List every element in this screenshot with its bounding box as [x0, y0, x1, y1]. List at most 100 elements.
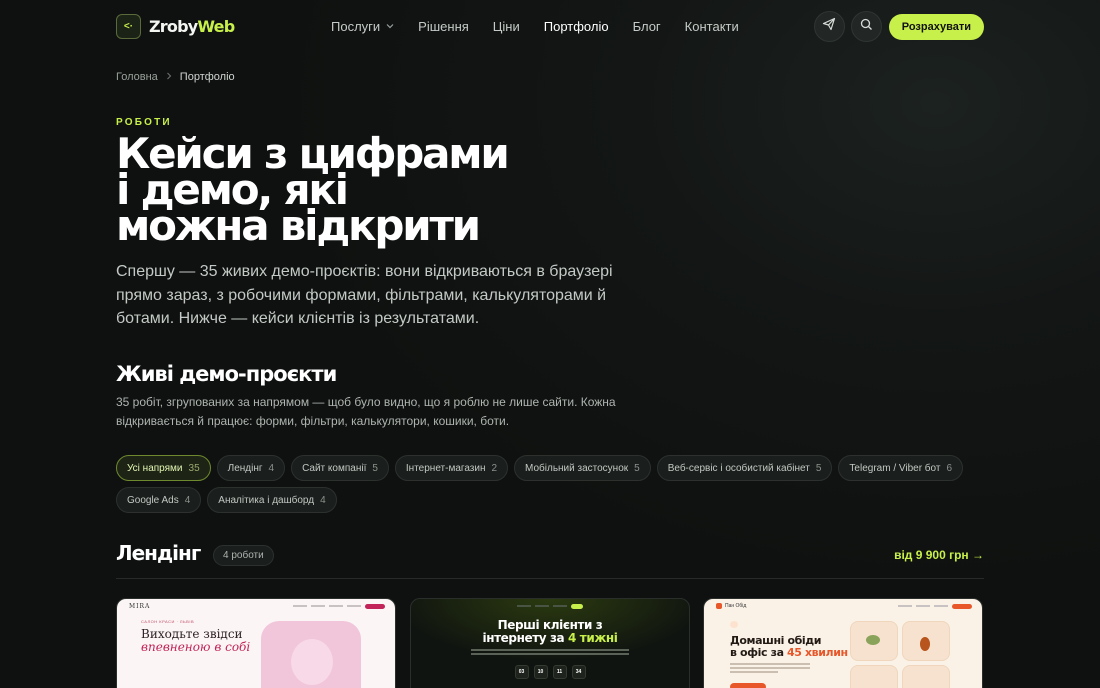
filter-chip-bot[interactable]: Telegram / Viber бот 6 — [838, 455, 964, 481]
chip-count: 2 — [491, 462, 498, 474]
food-tile — [850, 665, 898, 688]
preview-heading-accent: 45 хвилин — [787, 646, 848, 659]
logo-square-icon — [716, 603, 722, 609]
chip-count: 4 — [184, 494, 191, 506]
countdown-cell: 03 — [514, 665, 529, 679]
preview-heading-text: в офіс за — [730, 646, 788, 659]
page-title: Кейси з цифрами і демо, які можна відкри… — [116, 133, 676, 250]
chip-label: Усі напрями — [127, 462, 183, 474]
nav-label: Послуги — [331, 18, 381, 34]
project-card-mira[interactable]: MIRA САЛОН КРАСИ · ЛЬВІВ Виходьте звідси… — [116, 598, 396, 688]
chevron-down-icon — [386, 22, 394, 31]
countdown-cell: 10 — [533, 665, 548, 679]
header-actions: Розрахувати — [813, 11, 984, 42]
chip-label: Мобільний застосунок — [525, 462, 629, 474]
breadcrumb-home[interactable]: Головна — [116, 71, 158, 83]
preview-text: САЛОН КРАСИ · ЛЬВІВ Виходьте звідси впев… — [141, 619, 271, 654]
preview-kicker: САЛОН КРАСИ · ЛЬВІВ — [141, 619, 195, 624]
preview-nav — [511, 603, 589, 609]
filter-chip-company-site[interactable]: Сайт компанії 5 — [291, 455, 389, 481]
preview-nav: MIRA — [129, 602, 385, 610]
preview-logo-text: Пан Обід — [725, 603, 747, 609]
logo-main: Zroby — [149, 16, 198, 36]
chip-count: 6 — [946, 462, 953, 474]
preview-links — [293, 603, 385, 609]
filter-chip-web-service[interactable]: Веб-сервіс і особистий кабінет 5 — [656, 455, 833, 481]
preview-heading-text: інтернету за — [482, 631, 569, 645]
preview-heading: Перші клієнти з інтернету за 4 тижні — [411, 619, 689, 645]
countdown-cell: 11 — [552, 665, 567, 679]
nav-item-prices[interactable]: Ціни — [493, 19, 520, 34]
filter-chip-landing[interactable]: Лендінг 4 — [216, 455, 286, 481]
nav-item-contacts[interactable]: Контакти — [685, 19, 739, 34]
chip-label: Веб-сервіс і особистий кабінет — [667, 462, 810, 474]
nav-item-portfolio[interactable]: Портфоліо — [544, 19, 609, 34]
filter-chip-google-ads[interactable]: Google Ads 4 — [116, 487, 202, 513]
chip-label: Аналітика і дашборд — [218, 494, 315, 506]
project-card-first-clients[interactable]: Перші клієнти з інтернету за 4 тижні 03 … — [410, 598, 690, 688]
nav-item-services[interactable]: Послуги — [331, 19, 394, 34]
food-bowl-icon — [866, 635, 880, 645]
preview-heading-line: інтернету за 4 тижні — [411, 632, 689, 645]
preview-avatar — [291, 639, 333, 685]
logo[interactable]: <· ZrobyWeb — [116, 13, 235, 39]
preview-heading-line: в офіс за 45 хвилин — [730, 647, 850, 659]
preview-countdown: 03 10 11 34 — [411, 665, 689, 679]
chip-count: 5 — [372, 462, 378, 474]
breadcrumb-current: Портфоліо — [179, 71, 235, 83]
paper-plane-icon — [822, 17, 836, 36]
filter-chip-ecommerce[interactable]: Інтернет-магазин 2 — [394, 455, 509, 481]
page-title-line: можна відкрити — [116, 201, 481, 250]
chip-label: Telegram / Viber бот — [849, 462, 941, 474]
preview-links — [898, 603, 972, 609]
food-leg-icon — [920, 637, 930, 651]
nav-item-blog[interactable]: Блог — [633, 19, 661, 34]
breadcrumb: Головна Портфоліо — [116, 71, 235, 83]
chip-count: 4 — [320, 494, 326, 506]
chip-count: 5 — [815, 462, 822, 474]
chip-label: Google Ads — [127, 494, 179, 506]
countdown-cell: 34 — [571, 665, 586, 679]
preview-button — [730, 683, 766, 688]
chip-label: Сайт компанії — [302, 462, 367, 474]
food-tile — [902, 665, 950, 688]
calculate-button[interactable]: Розрахувати — [888, 13, 984, 40]
preview-nav — [854, 603, 972, 609]
telegram-button[interactable] — [813, 11, 845, 42]
nav-item-solutions[interactable]: Рішення — [418, 19, 469, 34]
chip-label: Лендінг — [227, 462, 263, 474]
logo-text: ZrobyWeb — [149, 16, 235, 36]
search-button[interactable] — [850, 11, 882, 42]
preview-links — [517, 603, 583, 609]
group-title: Лендінг — [116, 541, 201, 565]
filter-chip-analytics[interactable]: Аналітика і дашборд 4 — [207, 487, 337, 513]
search-icon — [860, 18, 873, 36]
preview-subtext — [471, 649, 629, 657]
hero-description: Спершу — 35 живих демо-проєктів: вони ві… — [116, 263, 613, 327]
preview-heading-accent: 4 тижні — [568, 631, 618, 645]
filter-chips: Усі напрями 35 Лендінг 4 Сайт компанії 5 Ін… — [116, 455, 996, 513]
preview-heading-accent: впевненою в собі — [141, 640, 251, 654]
preview-logo: Пан Обід — [716, 603, 746, 609]
hero-eyebrow: РОБОТИ — [116, 117, 172, 128]
preview-kicker — [730, 621, 738, 628]
project-card-pan-obid[interactable]: Пан Обід Домашні обіди в офіс за 45 хвил… — [703, 598, 983, 688]
section-title: Живі демо-проєкти — [116, 362, 337, 386]
chip-label: Інтернет-магазин — [405, 462, 486, 474]
preview-logo: MIRA — [129, 602, 151, 610]
chip-count: 5 — [634, 462, 640, 474]
chevron-right-icon — [166, 72, 172, 82]
filter-chip-mobile-app[interactable]: Мобільний застосунок 5 — [514, 455, 651, 481]
section-description: 35 робіт, згрупованих за напрямом — щоб … — [116, 395, 616, 428]
divider — [116, 578, 984, 579]
group-count-badge: 4 роботи — [213, 545, 274, 566]
preview-subtext — [730, 663, 810, 675]
chip-count: 35 — [188, 462, 200, 474]
logo-mark-icon: <· — [116, 13, 141, 39]
filter-chip-all[interactable]: Усі напрями 35 — [116, 455, 211, 481]
logo-accent: Web — [197, 16, 235, 36]
chip-count: 4 — [268, 462, 275, 474]
preview-heading: Домашні обіди в офіс за 45 хвилин — [730, 635, 850, 659]
site-header: <· ZrobyWeb Послуги Рішення Ціни Портфол… — [116, 11, 984, 42]
price-link[interactable]: від 9 900 грн → — [894, 548, 984, 562]
